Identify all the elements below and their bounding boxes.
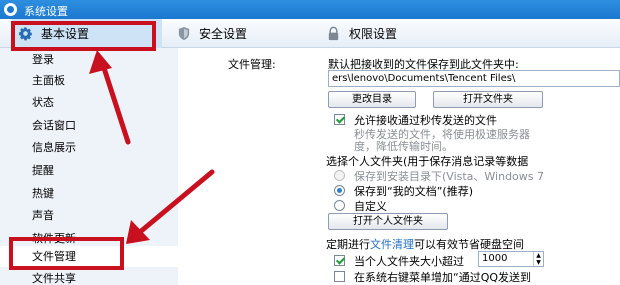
- shield-icon: [176, 26, 191, 41]
- radio-install-dir-label: 保存到安装目录下(Vista、Windows 7: [354, 170, 545, 183]
- allow-fast-transfer-checkbox[interactable]: [334, 114, 345, 125]
- personal-folder-heading: 选择个人文件夹(用于保存消息记录等数据: [326, 155, 529, 168]
- tab-security-settings[interactable]: 安全设置: [176, 19, 247, 48]
- context-menu-label: 在系统右键菜单增加“通过QQ发送到: [354, 271, 532, 284]
- highlight-box-file-management: [9, 237, 124, 270]
- open-folder-button[interactable]: 打开文件夹: [433, 91, 543, 108]
- qq-app-icon: [4, 3, 17, 16]
- window-title: 系统设置: [24, 5, 68, 18]
- highlight-box-basic-settings: [11, 21, 156, 51]
- sidebar-item-hotkey[interactable]: 热键: [0, 183, 178, 204]
- sidebar-item-chat-window[interactable]: 会话窗口: [0, 115, 178, 136]
- section-label: 文件管理:: [228, 58, 276, 71]
- radio-custom[interactable]: [334, 200, 345, 211]
- cleanup-suffix: 可以有效节省硬盘空间: [414, 238, 524, 251]
- sidebar-item-reminder[interactable]: 提醒: [0, 160, 178, 181]
- radio-my-documents[interactable]: [334, 185, 345, 196]
- radio-custom-label: 自定义: [354, 200, 387, 213]
- context-menu-checkbox[interactable]: [334, 271, 345, 282]
- tab-permission-settings[interactable]: 权限设置: [326, 19, 397, 48]
- size-limit-checkbox[interactable]: [334, 255, 345, 266]
- change-directory-button[interactable]: 更改目录: [328, 91, 416, 108]
- download-path-field[interactable]: ers\lenovo\Documents\Tencent Files\: [328, 70, 620, 87]
- stepper-arrows-icon[interactable]: ▲ ▼: [533, 252, 543, 266]
- radio-my-documents-label: 保存到“我的文档”(推荐): [354, 185, 473, 198]
- tab-label: 安全设置: [199, 27, 248, 41]
- sidebar-item-file-sharing[interactable]: 文件共享: [0, 268, 178, 285]
- sidebar-item-login[interactable]: 登录: [0, 49, 178, 70]
- sidebar-item-info-display[interactable]: 信息展示: [0, 137, 178, 158]
- file-cleanup-link[interactable]: 文件清理: [370, 238, 414, 251]
- open-personal-folder-button[interactable]: 打开个人文件夹: [328, 213, 448, 230]
- size-limit-stepper[interactable]: 1000 ▲ ▼: [478, 251, 544, 267]
- cleanup-prefix: 定期进行: [326, 238, 370, 251]
- sidebar-item-sound[interactable]: 声音: [0, 205, 178, 226]
- file-management-panel: 文件管理: 默认把接收到的文件保存到此文件夹中: ers\lenovo\Docu…: [178, 48, 620, 285]
- sidebar-item-status[interactable]: 状态: [0, 92, 178, 113]
- allow-fast-transfer-desc-2: 度，降低传输时间。: [354, 140, 453, 153]
- size-limit-label: 当个人文件夹大小超过: [354, 255, 464, 268]
- sidebar-item-main-panel[interactable]: 主面板: [0, 70, 178, 91]
- radio-install-dir[interactable]: [334, 170, 345, 181]
- title-bar: 系统设置: [0, 0, 620, 19]
- size-limit-value: 1000: [482, 253, 508, 264]
- cleanup-text: 定期进行文件清理可以有效节省硬盘空间: [326, 236, 524, 252]
- lock-icon: [326, 26, 341, 41]
- tab-label: 权限设置: [349, 27, 398, 41]
